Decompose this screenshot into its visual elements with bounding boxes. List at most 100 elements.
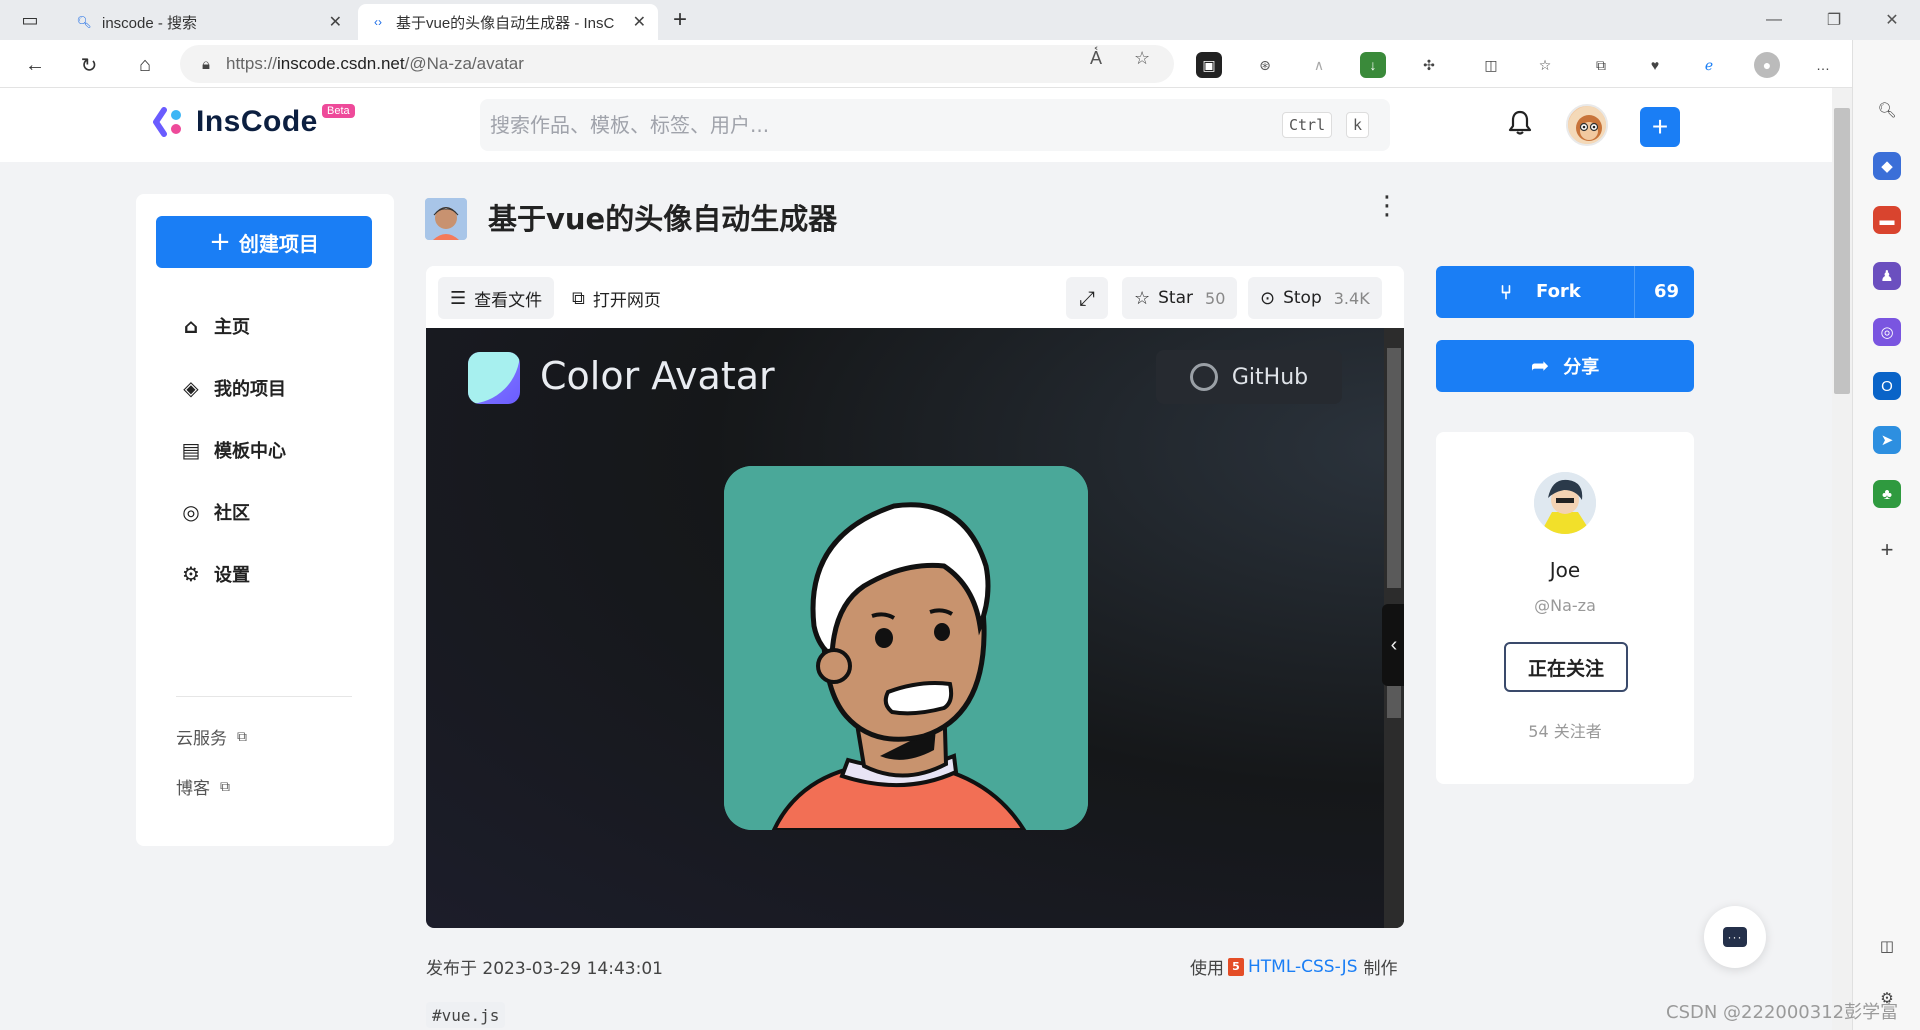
github-icon <box>1189 363 1218 391</box>
browser-tab-search[interactable]: 🔍︎ inscode - 搜索 ✕ <box>64 4 354 40</box>
html5-icon: 5 <box>1228 957 1244 976</box>
page-scrollbar-thumb[interactable] <box>1834 108 1850 394</box>
create-project-button[interactable]: + 创建项目 <box>156 216 372 268</box>
external-link-icon: ⧉ <box>237 728 247 745</box>
health-icon[interactable]: ♥ <box>1642 52 1668 78</box>
edge-icon[interactable]: ℯ <box>1696 52 1722 78</box>
extension-icon[interactable]: ▣ <box>1196 52 1222 78</box>
home-icon[interactable]: ⌂ <box>128 48 162 82</box>
shortcut-key-ctrl: Ctrl <box>1282 112 1333 138</box>
send-icon[interactable]: ➤ <box>1873 426 1901 454</box>
csdn-watermark: CSDN @222000312彭学富 <box>1666 1002 1899 1023</box>
author-avatar[interactable] <box>1534 472 1596 534</box>
fullscreen-button[interactable]: ⤢ <box>1066 277 1108 319</box>
layers-icon: ◈ <box>183 376 199 400</box>
browser-tab-bar: ▭ 🔍︎ inscode - 搜索 ✕ ‹› 基于vue的头像自动生成器 - I… <box>0 0 1920 40</box>
followers-count: 54 关注者 <box>1528 722 1602 741</box>
site-header: InsCode Beta Ctrl k + <box>0 88 1832 162</box>
sidebar-item-templates[interactable]: ▤ 模板中心 <box>178 430 286 470</box>
github-button[interactable]: GitHub <box>1156 350 1342 404</box>
split-screen-icon[interactable]: ◫ <box>1478 52 1504 78</box>
site-search[interactable]: Ctrl k <box>480 99 1390 151</box>
view-files-button[interactable]: ☰ 查看文件 <box>438 277 555 319</box>
search-input[interactable] <box>490 113 1250 137</box>
read-aloud-icon[interactable]: A᷾ <box>1090 48 1102 69</box>
beta-badge: Beta <box>322 104 355 118</box>
games-icon[interactable]: ♟ <box>1873 262 1901 290</box>
tree-icon[interactable]: ♣ <box>1873 480 1901 508</box>
author-name[interactable]: Joe <box>1436 558 1694 582</box>
notification-bell-icon[interactable] <box>1508 110 1532 143</box>
inscode-logo[interactable]: InsCode <box>152 104 318 140</box>
shortcut-key-k: k <box>1346 112 1370 138</box>
view-files-label: 查看文件 <box>474 290 543 311</box>
made-with-prefix: 使用 <box>1190 959 1224 979</box>
new-tab-button[interactable]: + <box>664 4 696 36</box>
edge-sidebar: 🔍︎ ◆ ▬ ♟ ◎ O ➤ ♣ + ◫ ⚙ <box>1852 40 1920 1030</box>
outlook-icon[interactable]: O <box>1873 372 1901 400</box>
home-icon: ⌂ <box>183 314 199 338</box>
open-page-button[interactable]: ⧉ 打开网页 <box>560 277 673 319</box>
sidebar-item-my-projects[interactable]: ◈ 我的项目 <box>178 368 286 408</box>
office-icon[interactable]: ◎ <box>1873 318 1901 346</box>
share-button[interactable]: ➦ 分享 <box>1436 340 1694 392</box>
more-options-icon[interactable]: ⋮ <box>1374 192 1400 218</box>
address-bar[interactable]: 🔒︎ https://inscode.csdn.net/@Na-za/avata… <box>180 45 1174 83</box>
stop-icon: ⊙ <box>1260 287 1276 309</box>
app-preview[interactable]: Color Avatar GitHub ‹ <box>426 328 1404 928</box>
left-sidebar: + 创建项目 ⌂ 主页 ◈ 我的项目 ▤ 模板中心 ◎ 社区 ⚙ 设置 云服务 … <box>136 194 394 846</box>
extension-icon[interactable]: ⊛ <box>1252 52 1278 78</box>
extension-icon[interactable]: ∧ <box>1306 52 1332 78</box>
add-icon[interactable]: + <box>1873 536 1901 564</box>
close-icon[interactable]: ✕ <box>633 12 646 32</box>
tech-link[interactable]: HTML-CSS-JS <box>1248 957 1357 977</box>
sidebar-item-label: 主页 <box>214 317 250 338</box>
back-icon[interactable]: ← <box>18 48 52 82</box>
extensions-puzzle-icon[interactable]: ✣ <box>1416 52 1442 78</box>
download-extension-icon[interactable]: ↓ <box>1360 52 1386 78</box>
template-icon: ▤ <box>181 438 201 462</box>
close-icon[interactable]: ✕ <box>329 12 342 32</box>
sidebar-item-label: 我的项目 <box>214 379 286 400</box>
fork-button[interactable]: ⑂ Fork 69 <box>1436 266 1694 318</box>
more-icon[interactable]: … <box>1810 52 1836 78</box>
link-label: 博客 <box>176 779 210 799</box>
project-tag[interactable]: #vue.js <box>426 1002 506 1028</box>
cloud-service-link[interactable]: 云服务 ⧉ <box>176 724 247 750</box>
sidebar-toggle-icon[interactable]: ◫ <box>1873 932 1901 960</box>
inscode-favicon-icon: ‹› <box>374 15 382 29</box>
close-window-button[interactable]: ✕ <box>1864 0 1920 40</box>
tab-actions-icon[interactable]: ▭ <box>10 0 50 40</box>
stop-label: Stop <box>1283 288 1322 308</box>
sidebar-item-label: 社区 <box>214 503 250 524</box>
chevron-left-icon[interactable]: ‹ <box>1382 604 1404 686</box>
page-content: InsCode Beta Ctrl k + + 创建项目 ⌂ 主页 ◈ 我的项目 <box>0 88 1832 1030</box>
shopping-icon[interactable]: ◆ <box>1873 152 1901 180</box>
star-button[interactable]: ☆ Star 50 <box>1122 277 1238 319</box>
tools-icon[interactable]: ▬ <box>1873 206 1901 234</box>
collections-icon[interactable]: ⧉ <box>1588 52 1614 78</box>
refresh-icon[interactable]: ↻ <box>72 48 106 82</box>
stop-button[interactable]: ⊙ Stop 3.4K <box>1248 277 1382 319</box>
made-with-suffix: 制作 <box>1363 959 1398 979</box>
follow-button[interactable]: 正在关注 <box>1504 642 1628 692</box>
restore-button[interactable]: ❐ <box>1806 0 1862 40</box>
sidebar-item-home[interactable]: ⌂ 主页 <box>178 306 250 346</box>
favorite-add-icon[interactable]: ☆ <box>1134 48 1150 69</box>
star-label: Star <box>1158 288 1194 308</box>
search-icon[interactable]: 🔍︎ <box>1873 96 1901 124</box>
stop-count: 3.4K <box>1333 288 1370 308</box>
sidebar-item-settings[interactable]: ⚙ 设置 <box>178 554 250 594</box>
blog-link[interactable]: 博客 ⧉ <box>176 774 230 800</box>
profile-icon[interactable]: ● <box>1754 52 1780 78</box>
minimize-button[interactable]: — <box>1746 0 1802 40</box>
url-text: https://inscode.csdn.net/@Na-za/avatar <box>225 54 524 73</box>
sidebar-item-community[interactable]: ◎ 社区 <box>178 492 250 532</box>
create-plus-button[interactable]: + <box>1640 107 1680 147</box>
user-avatar[interactable] <box>1566 104 1608 146</box>
chat-button[interactable]: ··· <box>1704 906 1766 968</box>
published-at: 2023-03-29 14:43:01 <box>482 959 663 979</box>
fork-icon: ⑂ <box>1500 280 1512 304</box>
browser-tab-inscode[interactable]: ‹› 基于vue的头像自动生成器 - InsC ✕ <box>358 4 658 40</box>
favorites-icon[interactable]: ☆ <box>1532 52 1558 78</box>
